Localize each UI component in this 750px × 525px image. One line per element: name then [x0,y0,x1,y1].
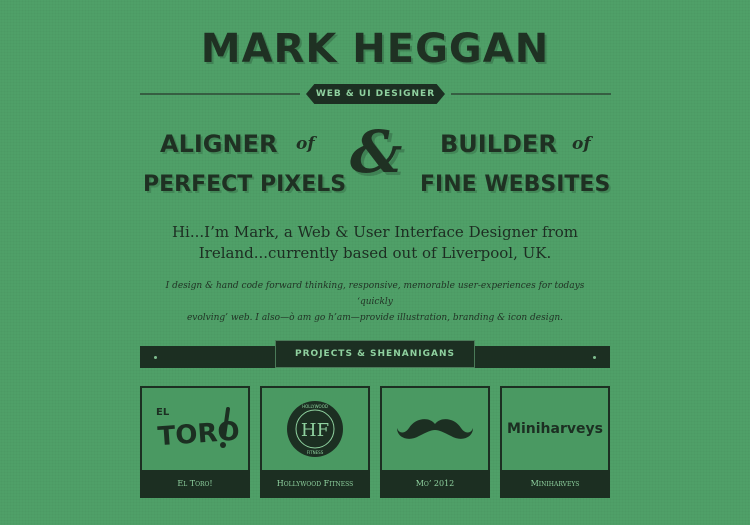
tagline-left-of: of [296,134,315,154]
banner-dot-right [593,356,596,359]
hollywood-fitness-seal-graphic: HF HOLLYWOOD FITNESS [287,401,343,457]
banner-dot-left [154,356,157,359]
projects-heading: PROJECTS & SHENANIGANS [275,340,475,368]
miniharveys-wordmark: Miniharveys [507,421,603,437]
el-toro-logo-graphic: EL TORO [156,407,240,452]
header-rule-left [140,93,300,95]
miniharveys-logo: Miniharveys [502,388,608,470]
role-badge: WEB & UI DESIGNER [306,84,445,104]
project-card-el-toro[interactable]: EL TORO El Toro! [140,386,250,498]
mustache-icon [382,388,488,470]
tagline-fine-websites: FINE WEBSITES [420,172,611,197]
description-text: I design & hand code forward thinking, r… [150,278,600,326]
intro-line-1: Hi...I’m Mark, a Web & User Interface De… [171,223,579,241]
header-rule-right [451,93,611,95]
project-caption: El Toro! [142,470,248,496]
project-card-mo-2012[interactable]: Mo’ 2012 [380,386,490,498]
project-card-miniharveys[interactable]: Miniharveys Miniharveys [500,386,610,498]
hf-ring-top: HOLLYWOOD [302,404,328,409]
ampersand: & [350,118,403,186]
tagline-right-of: of [572,134,591,154]
intro-line-2: Ireland...currently based out of Liverpo… [198,244,552,262]
project-card-hollywood-fitness[interactable]: HF HOLLYWOOD FITNESS Hollywood Fitness [260,386,370,498]
tagline-builder: BUILDER [440,130,557,158]
tagline-aligner: ALIGNER [160,130,278,158]
description-line-2: evolving’ web. I also—ò am go h’am—provi… [186,313,564,323]
el-toro-logo: EL TORO [142,388,248,470]
hf-ring-bottom: FITNESS [307,450,324,455]
site-title: MARK HEGGAN [200,26,550,72]
hf-monogram: HF [301,420,329,441]
svg-text:EL: EL [156,407,170,418]
hollywood-fitness-logo: HF HOLLYWOOD FITNESS [262,388,368,470]
description-line-1: I design & hand code forward thinking, r… [165,281,585,307]
project-caption: Hollywood Fitness [262,470,368,496]
project-caption: Miniharveys [502,470,608,496]
project-caption: Mo’ 2012 [382,470,488,496]
tagline-perfect-pixels: PERFECT PIXELS [143,172,347,197]
intro-text: Hi...I’m Mark, a Web & User Interface De… [0,222,750,264]
mustache-icon-graphic [397,419,473,439]
